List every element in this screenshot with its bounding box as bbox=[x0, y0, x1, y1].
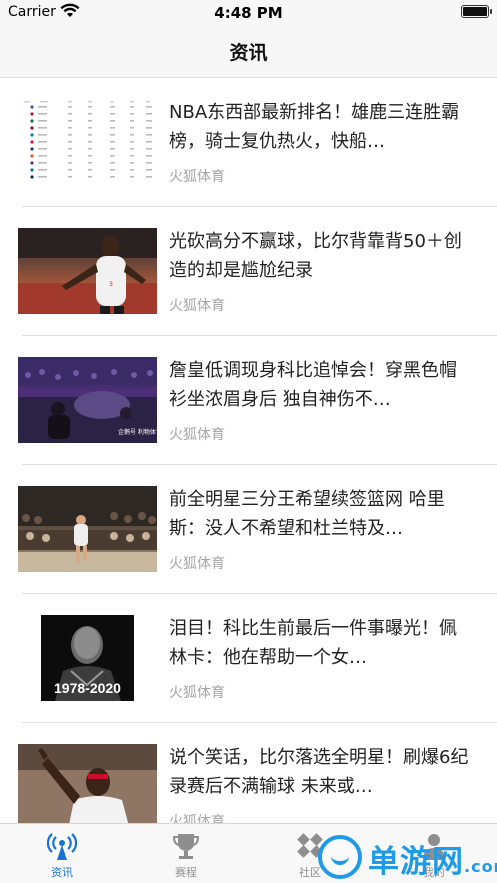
battery-fill bbox=[463, 7, 487, 16]
memorial-photo-frame: 1978-2020 bbox=[41, 615, 134, 701]
news-title[interactable]: 前全明星三分王希望续签篮网 哈里斯：没人不希望和杜兰特及… bbox=[169, 485, 469, 545]
arena-memorial-photo: 企鹅号 利物体育 bbox=[18, 357, 157, 443]
player-photo-graphic: 3 bbox=[18, 228, 157, 314]
trophy-icon bbox=[172, 834, 200, 859]
news-item[interactable]: 说个笑话，比尔落选全明星！刷爆6纪录赛后不满输球 未来或… 火狐体育 bbox=[0, 723, 497, 823]
status-bar: Carrier 4:48 PM bbox=[0, 0, 497, 26]
news-source: 火狐体育 bbox=[169, 685, 225, 701]
basketball-player-photo: 3 bbox=[18, 228, 157, 314]
tab-news[interactable]: 资讯 bbox=[0, 824, 124, 883]
thumb-caption: 企鹅号 利物体育 bbox=[118, 429, 157, 436]
watermark-smile bbox=[331, 851, 349, 865]
news-source: 火狐体育 bbox=[169, 556, 225, 572]
standings-table-graphic bbox=[24, 101, 152, 179]
news-item[interactable]: 企鹅号 利物体育 詹皇低调现身科比追悼会！穿黑色帽衫坐浓眉身后 独自神伤不… 火… bbox=[0, 336, 497, 465]
page-title: 资讯 bbox=[229, 42, 268, 64]
battery-icon bbox=[461, 5, 492, 18]
news-list[interactable]: NBA东西部最新排名！雄鹿三连胜霸榜，骑士复仇热火，快船… 火狐体育 3 光砍高… bbox=[0, 78, 497, 823]
basketball-game-photo bbox=[18, 486, 157, 572]
news-title[interactable]: NBA东西部最新排名！雄鹿三连胜霸榜，骑士复仇热火，快船… bbox=[169, 98, 469, 158]
watermark-logo: 单游网.com bbox=[318, 833, 497, 881]
navigation-bar: 资讯 bbox=[0, 26, 497, 78]
memorial-years-label: 1978-2020 bbox=[54, 680, 121, 696]
news-source: 火狐体育 bbox=[169, 298, 225, 314]
news-item[interactable]: 前全明星三分王希望续签篮网 哈里斯：没人不希望和杜兰特及… 火狐体育 bbox=[0, 465, 497, 594]
news-title[interactable]: 泪目！科比生前最后一件事曝光！佩林卡：他在帮助一个女… bbox=[169, 614, 469, 674]
status-time: 4:48 PM bbox=[214, 4, 283, 22]
tab-schedule[interactable]: 赛程 bbox=[124, 824, 248, 883]
kobe-memorial-photo: 1978-2020 bbox=[18, 615, 157, 701]
basketball-player-photo bbox=[18, 744, 157, 823]
news-source: 火狐体育 bbox=[169, 427, 225, 443]
standings-table-image bbox=[18, 99, 157, 185]
player-photo-graphic bbox=[18, 744, 157, 823]
watermark-text: 单游网.com bbox=[368, 836, 497, 881]
news-title[interactable]: 光砍高分不赢球，比尔背靠背50＋创造的却是尴尬纪录 bbox=[169, 227, 469, 287]
news-source: 火狐体育 bbox=[169, 814, 225, 823]
broadcast-icon bbox=[47, 833, 77, 860]
tab-label: 赛程 bbox=[175, 866, 197, 879]
news-title[interactable]: 詹皇低调现身科比追悼会！穿黑色帽衫坐浓眉身后 独自神伤不… bbox=[169, 356, 469, 416]
watermark-brand: 单游网 bbox=[368, 844, 464, 880]
news-item[interactable]: 3 光砍高分不赢球，比尔背靠背50＋创造的却是尴尬纪录 火狐体育 bbox=[0, 207, 497, 336]
news-item[interactable]: NBA东西部最新排名！雄鹿三连胜霸榜，骑士复仇热火，快船… 火狐体育 bbox=[0, 78, 497, 207]
news-item[interactable]: 1978-2020 泪目！科比生前最后一件事曝光！佩林卡：他在帮助一个女… 火狐… bbox=[0, 594, 497, 723]
news-source: 火狐体育 bbox=[169, 169, 225, 185]
game-photo-graphic bbox=[18, 486, 157, 572]
watermark-suffix: .com bbox=[464, 857, 497, 876]
tab-label: 资讯 bbox=[51, 866, 73, 879]
news-title[interactable]: 说个笑话，比尔落选全明星！刷爆6纪录赛后不满输球 未来或… bbox=[169, 743, 469, 803]
watermark-smile-icon bbox=[318, 835, 362, 879]
